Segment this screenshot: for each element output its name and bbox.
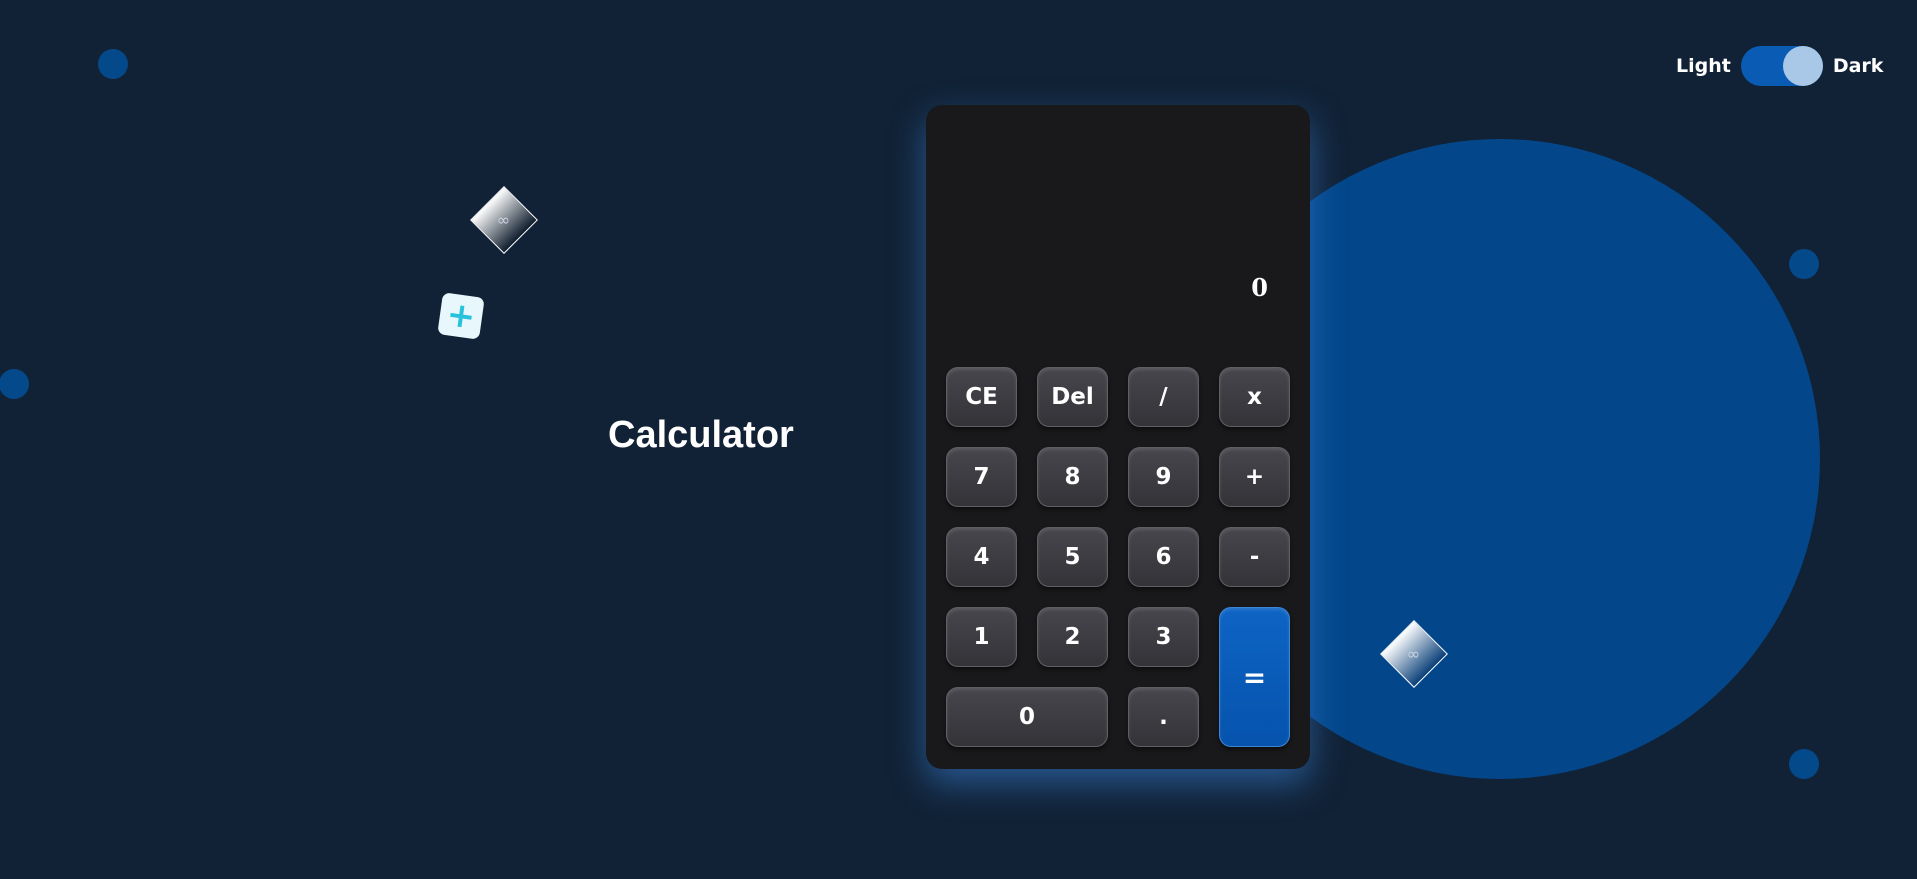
digit-7-button[interactable]: 7 [946, 447, 1017, 507]
decimal-point-button[interactable]: . [1128, 687, 1199, 747]
background-dot [0, 369, 29, 399]
light-label: Light [1676, 55, 1731, 77]
digit-6-button[interactable]: 6 [1128, 527, 1199, 587]
calculator-display: 0 [946, 105, 1290, 359]
dark-label: Dark [1832, 55, 1884, 77]
calculator: 0 CE Del / x 7 8 9 + 4 5 6 - 1 2 3 = 0 . [926, 105, 1310, 769]
digit-0-button[interactable]: 0 [946, 687, 1108, 747]
digit-9-button[interactable]: 9 [1128, 447, 1199, 507]
infinity-icon: ∞ [497, 210, 511, 230]
digit-8-button[interactable]: 8 [1037, 447, 1108, 507]
minus-button[interactable]: - [1219, 527, 1290, 587]
multiply-button[interactable]: x [1219, 367, 1290, 427]
theme-switch[interactable] [1740, 46, 1823, 86]
theme-toggle: Light Dark [1676, 46, 1883, 86]
plus-button[interactable]: + [1219, 447, 1290, 507]
background-dot [98, 49, 128, 79]
background-dot [1789, 249, 1819, 279]
digit-2-button[interactable]: 2 [1037, 607, 1108, 667]
floating-diamond: ∞ [470, 186, 538, 254]
background-dot [1789, 749, 1819, 779]
delete-button[interactable]: Del [1037, 367, 1108, 427]
theme-switch-knob [1782, 46, 1823, 86]
equals-button[interactable]: = [1219, 607, 1290, 747]
divide-button[interactable]: / [1128, 367, 1199, 427]
digit-4-button[interactable]: 4 [946, 527, 1017, 587]
display-value: 0 [1251, 273, 1268, 302]
infinity-icon: ∞ [1407, 644, 1421, 664]
keypad: CE Del / x 7 8 9 + 4 5 6 - 1 2 3 = 0 . [946, 367, 1290, 751]
plus-tile-glyph: + [444, 294, 478, 338]
clear-entry-button[interactable]: CE [946, 367, 1017, 427]
digit-1-button[interactable]: 1 [946, 607, 1017, 667]
digit-3-button[interactable]: 3 [1128, 607, 1199, 667]
digit-5-button[interactable]: 5 [1037, 527, 1108, 587]
page-title: Calculator [608, 414, 794, 456]
plus-icon: + [437, 292, 485, 340]
